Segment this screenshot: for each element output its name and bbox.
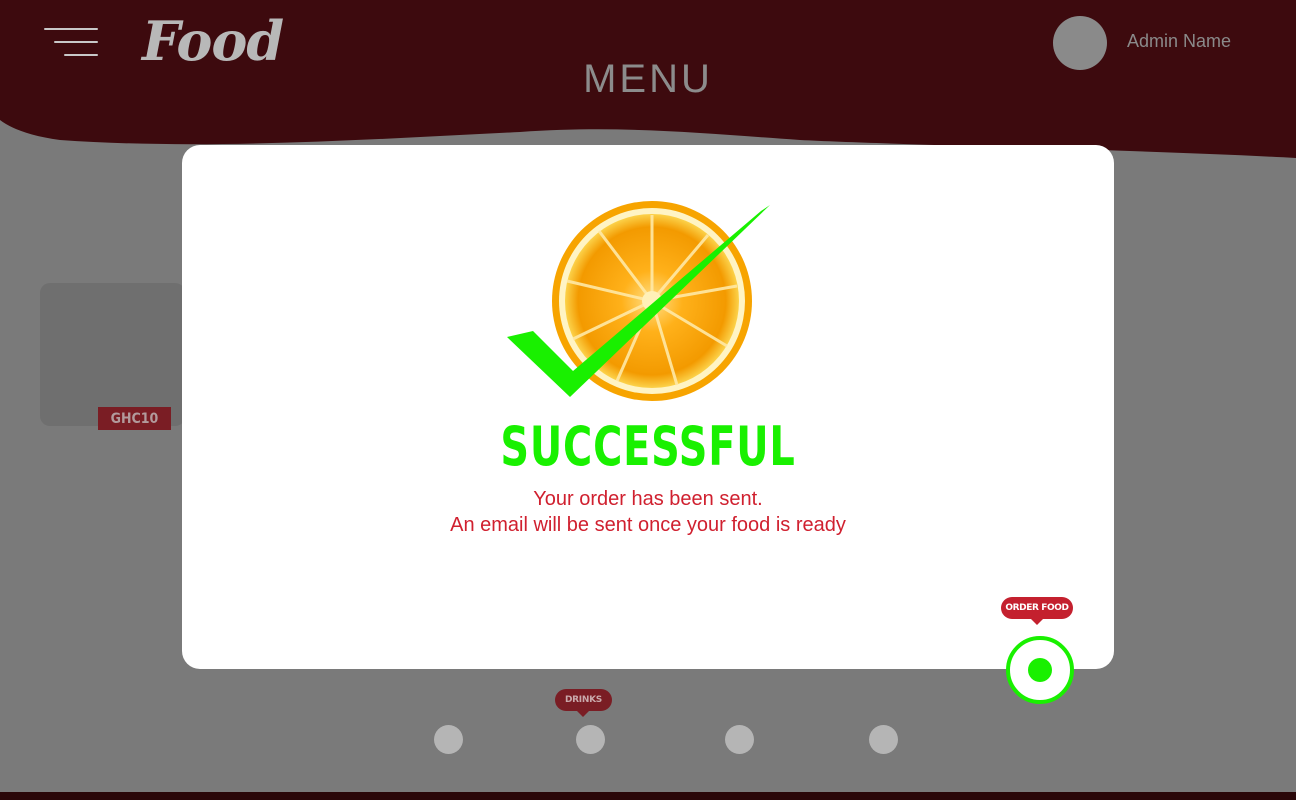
- page-title: MENU: [583, 57, 713, 101]
- category-dot-drinks[interactable]: [576, 725, 605, 754]
- order-food-button[interactable]: [1006, 636, 1074, 704]
- success-message-line-2: An email will be sent once your food is …: [450, 514, 846, 536]
- radio-dot-icon: [1028, 658, 1052, 682]
- success-title: SUCCESSFUL: [500, 415, 796, 478]
- category-dot-3[interactable]: [725, 725, 754, 754]
- menu-item-card[interactable]: [40, 283, 185, 426]
- category-tooltip-drinks: DRINKS: [555, 689, 612, 717]
- orange-check-icon: [507, 201, 770, 401]
- success-modal: SUCCESSFUL Your order has been sent. An …: [182, 145, 1114, 669]
- admin-name[interactable]: Admin Name: [1127, 31, 1231, 52]
- hamburger-line: [44, 28, 98, 30]
- hamburger-menu-icon[interactable]: [42, 26, 100, 60]
- category-dot-1[interactable]: [434, 725, 463, 754]
- hamburger-line: [64, 54, 98, 56]
- admin-avatar[interactable]: [1053, 16, 1107, 70]
- success-message-line-1: Your order has been sent.: [533, 488, 763, 510]
- menu-item-price: GHC10: [98, 407, 171, 430]
- hamburger-line: [54, 41, 98, 43]
- order-food-tooltip: ORDER FOOD: [1001, 597, 1073, 625]
- category-dot-4[interactable]: [869, 725, 898, 754]
- footer-bar: [0, 792, 1296, 800]
